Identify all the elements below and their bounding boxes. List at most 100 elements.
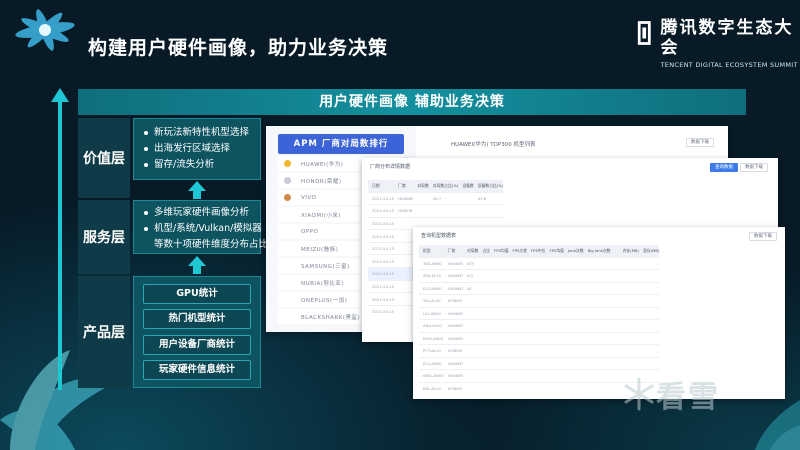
table-header-cell[interactable]: FPS方差 xyxy=(508,245,527,257)
table-cell xyxy=(490,269,509,282)
table-header-cell[interactable]: 内存(MB) xyxy=(618,245,639,257)
table-header-cell[interactable]: 机型 xyxy=(419,245,444,257)
table-cell xyxy=(458,204,474,218)
table-row[interactable]: LIO-AN00 HUAWEI xyxy=(419,306,660,320)
table-cell: 2021-04-15 xyxy=(368,292,395,306)
top300-caption: HUAWEI(华为) TOP300 机型列表 xyxy=(451,142,536,148)
table-cell xyxy=(508,256,527,270)
value-item: 新玩法新特性机型选择 xyxy=(144,125,260,141)
table-cell xyxy=(527,294,546,307)
table-cell: BKL-AL20 xyxy=(419,381,444,395)
table-header-cell[interactable]: 日期 xyxy=(368,180,395,192)
table-cell xyxy=(508,381,527,395)
table-cell xyxy=(545,294,564,307)
table-cell: HUAWEI xyxy=(443,269,464,282)
table-cell xyxy=(545,256,564,270)
model-download-button[interactable]: 数据下载 xyxy=(749,232,777,241)
rank-vendor-label: SAMSUNG(三星) xyxy=(301,263,350,270)
table-cell xyxy=(563,369,584,382)
table-header-cell[interactable]: 显存(MB) xyxy=(639,245,660,257)
table-cell: HUAWEI xyxy=(443,319,464,332)
table-header-cell[interactable]: FPS均值 xyxy=(545,245,564,257)
table-cell xyxy=(618,319,639,332)
table-cell xyxy=(583,369,611,382)
table-row[interactable]: NOH-AN00 HUAWEI xyxy=(419,331,660,345)
table-cell xyxy=(463,356,479,370)
table-cell xyxy=(639,294,660,307)
table-header-cell[interactable]: 占比 xyxy=(478,245,491,257)
table-cell: HUAWEI xyxy=(394,191,414,205)
popular-models-button: 热门机型统计 xyxy=(143,309,251,329)
service-item: 等数十项硬件维度分布占比 xyxy=(154,239,269,250)
table-cell xyxy=(394,292,414,306)
vendor-download-button[interactable]: 数据下载 xyxy=(740,163,768,172)
table-header-cell[interactable]: 厂商 xyxy=(394,180,414,192)
query-button[interactable]: 查询数据 xyxy=(710,163,738,172)
tencent-summit-logo: 腾讯数字生态大会 TENCENT DIGITAL ECOSYSTEM SUMMI… xyxy=(636,18,800,69)
table-cell: HUAWEI xyxy=(443,256,464,270)
table-header-cell[interactable]: 对局数 xyxy=(413,180,429,192)
table-cell: SEA-AL10 xyxy=(419,269,444,282)
table-cell xyxy=(639,306,660,320)
table-cell xyxy=(618,256,639,270)
table-cell: ELS-AN00 xyxy=(419,356,444,370)
table-row[interactable]: ELS-AN00 HUAWEI AY xyxy=(419,281,660,295)
rank-vendor-label: BLACKSHARK(黑鲨) xyxy=(301,314,361,321)
vertical-arrow-line xyxy=(58,98,62,390)
table-cell xyxy=(563,356,584,370)
service-item: 机型/系统/Vulkan/模拟器 xyxy=(144,221,262,237)
table-row[interactable]: YAL-AL00 HONOR xyxy=(419,294,660,307)
table-row[interactable]: 2021-04-15 HONOR xyxy=(368,204,504,218)
table-cell xyxy=(618,281,639,295)
table-header-cell[interactable]: 设备数占比(%) xyxy=(473,180,504,192)
table-cell xyxy=(394,254,414,268)
table-cell xyxy=(639,344,660,357)
table-cell xyxy=(478,381,491,395)
table-cell: HUAWEI xyxy=(443,356,464,370)
table-header-cell[interactable]: 对局数占比(%) xyxy=(428,180,459,192)
table-row[interactable]: TAS-AN00 HUAWEI ATY xyxy=(419,256,660,270)
table-cell xyxy=(639,356,660,370)
table-header-cell[interactable]: FPS均值 xyxy=(490,245,509,257)
rank-vendor-label: OPPO xyxy=(301,228,319,235)
rank-download-button[interactable]: 数据下载 xyxy=(686,138,714,147)
table-row[interactable]: SEA-AL10 HUAWEI ACI xyxy=(419,269,660,282)
table-row[interactable]: 2021-04-15 HUAWEI 45.7 43.6 xyxy=(368,191,504,205)
watermark-text: 看雪 xyxy=(656,380,720,415)
table-row[interactable]: ANA-AL00 HUAWEI xyxy=(419,319,660,332)
layer-label-value: 价值层 xyxy=(78,118,130,198)
table-header-cell[interactable]: 对局数 xyxy=(463,245,479,257)
table-cell: HONOR xyxy=(443,381,464,395)
table-cell xyxy=(508,319,527,332)
rank-vendor-label: XIAOMI(小米) xyxy=(301,212,342,219)
snowflake-icon xyxy=(624,377,654,411)
table-cell xyxy=(527,269,546,282)
table-cell xyxy=(639,256,660,270)
table-cell xyxy=(490,344,509,357)
table-cell xyxy=(563,331,584,345)
table-cell xyxy=(583,344,611,357)
table-cell xyxy=(394,229,414,243)
table-cell xyxy=(490,356,509,370)
gpu-stats-button: GPU统计 xyxy=(143,284,251,304)
table-row[interactable]: ELS-AN00 HUAWEI xyxy=(419,356,660,370)
table-cell xyxy=(463,294,479,307)
table-cell xyxy=(618,294,639,307)
table-header-cell[interactable]: 设备数 xyxy=(458,180,474,192)
table-header-cell[interactable]: FPS中位 xyxy=(527,245,546,257)
table-cell: 2021-04-15 xyxy=(368,229,395,243)
table-cell: HONOR xyxy=(443,294,464,307)
table-row[interactable]: PCT-AL10 HONOR xyxy=(419,344,660,357)
table-cell xyxy=(394,216,414,230)
table-header-cell[interactable]: Jank次数 xyxy=(563,245,584,257)
table-header-cell[interactable]: 厂商 xyxy=(443,245,464,257)
table-header-cell[interactable]: Big Jank次数 xyxy=(583,245,611,257)
table-cell xyxy=(458,191,474,205)
table-cell xyxy=(394,279,414,293)
rank-medal-icon xyxy=(284,296,291,303)
table-cell xyxy=(394,304,414,318)
table-cell xyxy=(563,269,584,282)
table-cell xyxy=(618,356,639,370)
table-cell: 2021-04-15 xyxy=(368,304,395,318)
table-cell xyxy=(583,319,611,332)
